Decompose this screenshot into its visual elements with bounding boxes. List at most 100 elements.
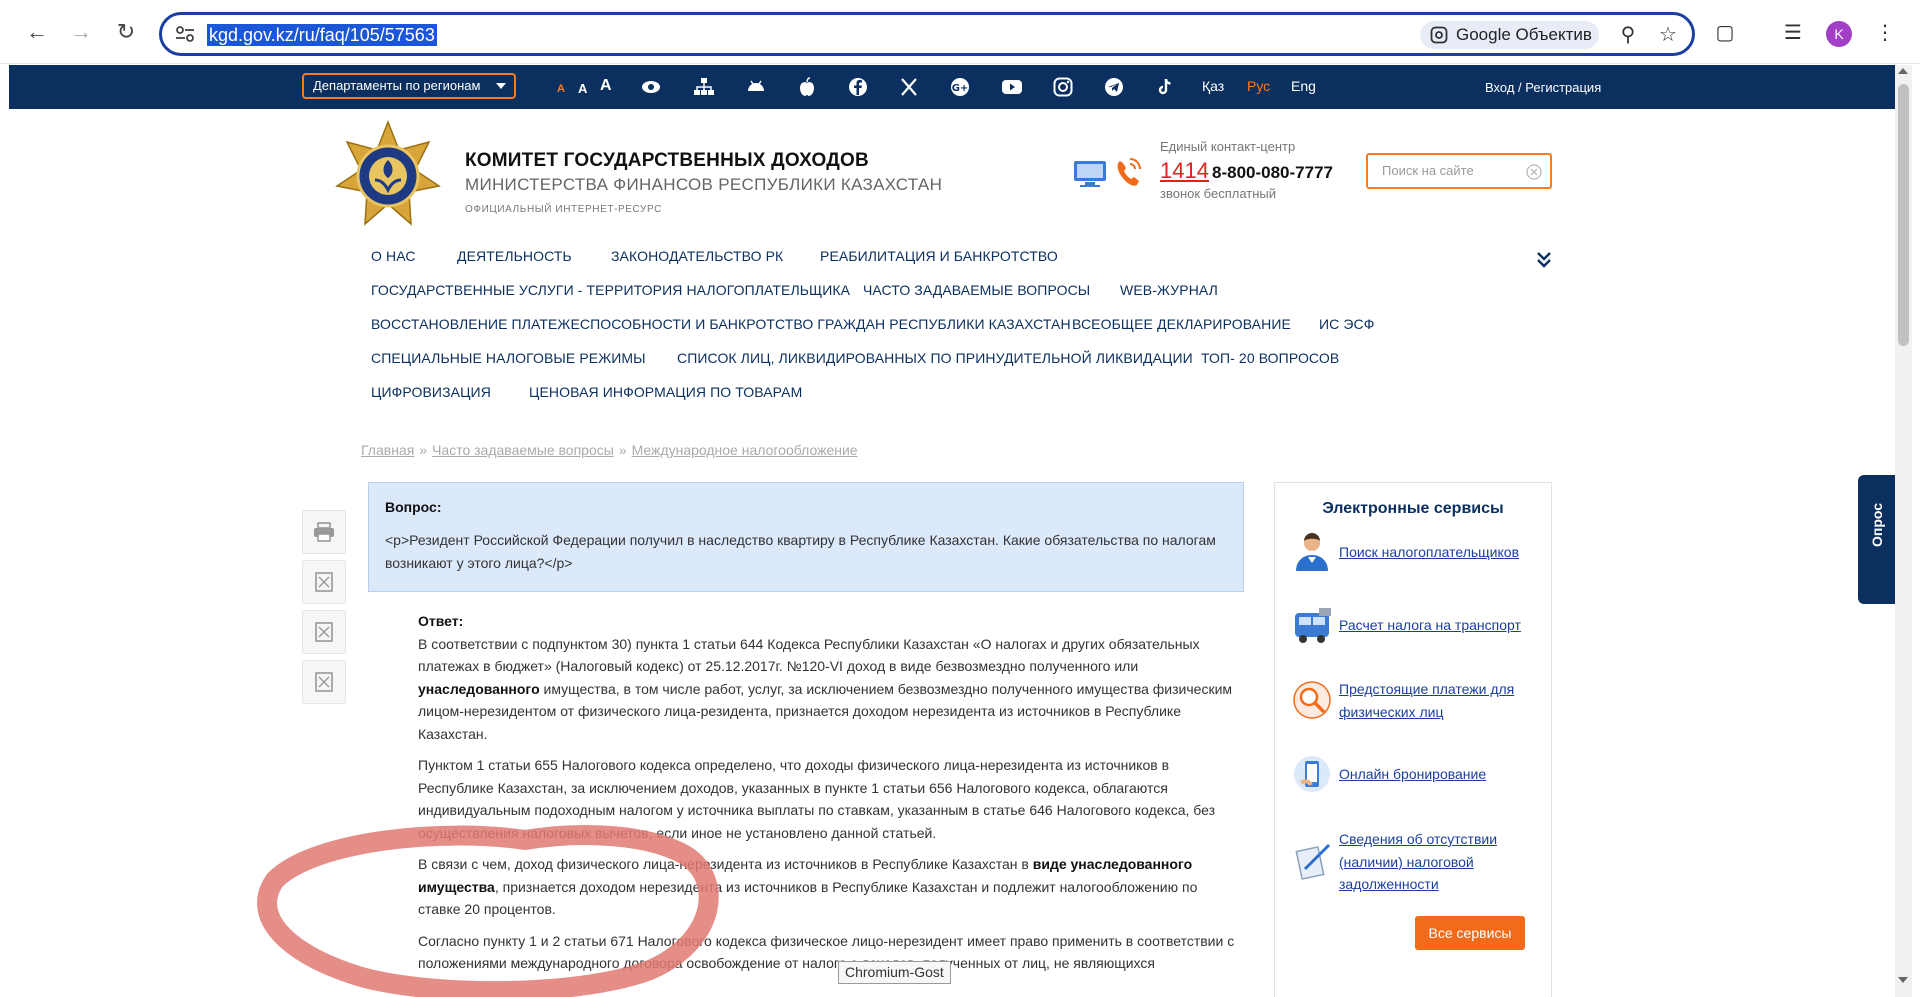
address-bar[interactable]: kgd.gov.kz/ru/faq/105/57563 Google Объек…	[159, 12, 1695, 56]
share-button-1[interactable]	[302, 560, 346, 604]
browser-toolbar: ← → ↻ kgd.gov.kz/ru/faq/105/57563 Google…	[0, 0, 1920, 64]
tiktok-icon[interactable]	[1154, 77, 1176, 97]
google-plus-icon[interactable]: G+	[949, 77, 971, 97]
question-label: Вопрос:	[385, 499, 442, 515]
profile-avatar[interactable]: K	[1826, 21, 1852, 47]
scroll-down-arrow-icon[interactable]	[1898, 977, 1908, 983]
share-button-2[interactable]	[302, 610, 346, 654]
bookmark-star-icon[interactable]: ☆	[1656, 23, 1680, 47]
media-controls-icon[interactable]: ☰	[1780, 20, 1806, 46]
chevron-down-icon	[496, 83, 506, 89]
survey-label: Опрос	[1869, 502, 1885, 547]
org-title: КОМИТЕТ ГОСУДАРСТВЕННЫХ ДОХОДОВ	[465, 150, 869, 171]
youtube-icon[interactable]	[1001, 77, 1023, 97]
org-resource-label: ОФИЦИАЛЬНЫЙ ИНТЕРНЕТ-РЕСУРС	[465, 204, 662, 215]
bus-icon	[1295, 608, 1331, 643]
menu-item-solvency-restoration[interactable]: ВОССТАНОВЛЕНИЕ ПЛАТЕЖЕСПОСОБНОСТИ И БАНК…	[371, 316, 1071, 332]
lang-eng[interactable]: Eng	[1291, 78, 1316, 94]
annotation-circle	[257, 825, 719, 997]
menu-item-activity[interactable]: ДЕЯТЕЛЬНОСТЬ	[457, 248, 572, 264]
departments-label: Департаменты по регионам	[313, 78, 481, 93]
android-icon[interactable]	[745, 77, 767, 97]
services-title: Электронные сервисы	[1322, 500, 1504, 517]
facebook-icon[interactable]	[847, 77, 869, 97]
departments-dropdown[interactable]: Департаменты по регионам	[302, 73, 516, 99]
phone-booking-icon	[1294, 756, 1330, 792]
menu-item-special-tax-regimes[interactable]: СПЕЦИАЛЬНЫЕ НАЛОГОВЫЕ РЕЖИМЫ	[371, 350, 646, 366]
broken-image-icon	[315, 672, 333, 692]
service-transport-tax[interactable]: Расчет налога на транспорт	[1339, 614, 1539, 637]
breadcrumb-international-tax[interactable]: Международное налогообложение	[632, 442, 858, 458]
menu-item-top-20[interactable]: ТОП- 20 ВОПРОСОВ	[1201, 350, 1339, 366]
font-size-medium[interactable]: A	[578, 81, 587, 96]
reload-icon[interactable]: ↻	[111, 17, 141, 47]
print-button[interactable]	[302, 510, 346, 554]
menu-item-about[interactable]: О НАС	[371, 248, 416, 264]
free-call-note: звонок бесплатный	[1160, 186, 1276, 201]
menu-item-liquidated-list[interactable]: СПИСОК ЛИЦ, ЛИКВИДИРОВАННЫХ ПО ПРИНУДИТЕ…	[677, 350, 1193, 366]
contact-center-icons	[1074, 158, 1141, 187]
menu-item-faq[interactable]: ЧАСТО ЗАДАВАЕМЫЕ ВОПРОСЫ	[863, 282, 1090, 298]
answer-paragraph-1: В соответствии с подпунктом 30) пункта 1…	[418, 635, 1233, 742]
menu-item-public-services[interactable]: ГОСУДАРСТВЕННЫЕ УСЛУГИ - ТЕРРИТОРИЯ НАЛО…	[371, 282, 850, 298]
service-upcoming-payments[interactable]: Предстоящие платежи для физических лиц	[1339, 678, 1539, 723]
service-taxpayer-search[interactable]: Поиск налогоплательщиков	[1339, 541, 1539, 564]
service-online-booking[interactable]: Онлайн бронирование	[1339, 763, 1539, 786]
share-button-3[interactable]	[302, 660, 346, 704]
menu-item-price-info[interactable]: ЦЕНОВАЯ ИНФОРМАЦИЯ ПО ТОВАРАМ	[529, 384, 802, 400]
svg-text:G+: G+	[952, 83, 969, 94]
menu-item-is-esf[interactable]: ИС ЭСФ	[1319, 316, 1374, 332]
instagram-icon[interactable]	[1052, 77, 1074, 97]
menu-item-universal-declaration[interactable]: ВСЕОБЩЕЕ ДЕКЛАРИРОВАНИЕ	[1072, 316, 1291, 332]
zoom-icon[interactable]: ⚲	[1616, 23, 1640, 47]
google-lens-button[interactable]: Google Объектив	[1420, 21, 1599, 49]
telegram-icon[interactable]	[1103, 77, 1125, 97]
sitemap-icon[interactable]	[693, 77, 715, 97]
scroll-up-arrow-icon[interactable]	[1898, 68, 1908, 74]
short-number-link[interactable]: 1414	[1160, 158, 1209, 184]
menu-item-rehabilitation[interactable]: РЕАБИЛИТАЦИЯ И БАНКРОТСТВО	[820, 248, 1058, 264]
breadcrumb-faq[interactable]: Часто задаваемые вопросы	[432, 442, 614, 458]
extensions-icon[interactable]: ▢	[1712, 20, 1738, 46]
kgd-emblem-logo[interactable]	[333, 120, 443, 230]
contact-center-label: Единый контакт-центр	[1160, 139, 1296, 154]
magnifier-icon	[1293, 681, 1331, 719]
phone-number[interactable]: 8-800-080-7777	[1212, 163, 1333, 183]
browser-tooltip: Chromium-Gost	[838, 961, 951, 984]
lens-icon	[1430, 26, 1448, 44]
lang-kaz[interactable]: Қаз	[1202, 78, 1224, 94]
answer-label: Ответ:	[418, 613, 464, 629]
clear-search-icon[interactable]	[1526, 164, 1542, 180]
electronic-services-panel: Электронные сервисы Поиск налогоплательщ…	[1274, 482, 1552, 997]
apple-icon[interactable]	[796, 77, 818, 97]
menu-item-legislation[interactable]: ЗАКОНОДАТЕЛЬСТВО РК	[611, 248, 783, 264]
menu-item-web-journal[interactable]: WEB-ЖУРНАЛ	[1120, 282, 1218, 298]
x-twitter-icon[interactable]	[898, 77, 920, 97]
question-box: Вопрос: <p>Резидент Российской Федерации…	[368, 482, 1244, 592]
lens-label: Google Объектив	[1456, 25, 1592, 44]
double-chevron-down-icon[interactable]	[1535, 250, 1553, 270]
forward-icon[interactable]: →	[66, 17, 96, 47]
back-icon[interactable]: ←	[22, 17, 52, 47]
document-pen-icon	[1295, 843, 1331, 880]
login-register-link[interactable]: Вход / Регистрация	[1485, 80, 1601, 95]
org-subtitle: МИНИСТЕРСТВА ФИНАНСОВ РЕСПУБЛИКИ КАЗАХСТ…	[465, 175, 943, 194]
url-text[interactable]: kgd.gov.kz/ru/faq/105/57563	[207, 24, 437, 46]
breadcrumb: Главная» Часто задаваемые вопросы» Междуна…	[361, 442, 858, 458]
more-menu-icon[interactable]: ⋮	[1872, 20, 1898, 46]
lang-rus[interactable]: Рус	[1247, 78, 1270, 94]
search-input[interactable]	[1382, 163, 1532, 178]
font-size-large[interactable]: A	[600, 77, 612, 95]
all-services-button[interactable]: Все сервисы	[1415, 916, 1525, 950]
site-settings-icon[interactable]	[174, 24, 196, 44]
menu-item-digitalization[interactable]: ЦИФРОВИЗАЦИЯ	[371, 384, 491, 400]
eye-icon[interactable]	[640, 77, 662, 97]
breadcrumb-home[interactable]: Главная	[361, 442, 414, 458]
scrollbar-thumb[interactable]	[1898, 84, 1909, 346]
service-tax-debt-info[interactable]: Сведения об отсутствии (наличии) налогов…	[1339, 828, 1539, 896]
broken-image-icon	[315, 572, 333, 592]
survey-tab[interactable]: Опрос	[1858, 475, 1896, 604]
printer-icon	[314, 522, 334, 542]
font-size-small[interactable]: A	[557, 83, 565, 95]
site-search	[1366, 153, 1552, 189]
